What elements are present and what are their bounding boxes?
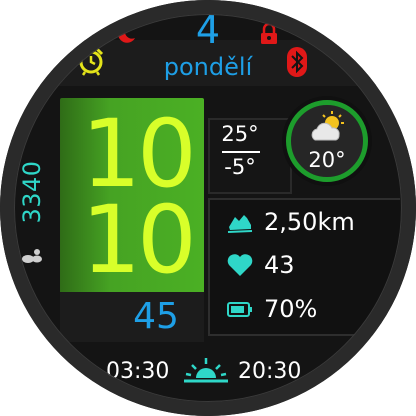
temp-max: 25°	[221, 122, 259, 146]
current-temperature: 20°	[308, 148, 346, 172]
partly-cloudy-icon	[308, 110, 348, 146]
battery-value: 70%	[264, 295, 318, 323]
battery-icon	[226, 296, 254, 322]
distance-value: 2,50km	[264, 208, 355, 236]
footsteps-icon	[18, 240, 46, 268]
heart-icon	[226, 252, 254, 278]
day-number: 4	[195, 8, 221, 52]
running-shoe-icon	[226, 209, 254, 235]
heart-rate-value: 43	[264, 251, 295, 279]
seconds-digits: 45	[133, 296, 179, 337]
sunset-time: 20:30	[238, 359, 302, 384]
day-name: pondělí	[163, 53, 253, 81]
battery-row[interactable]: 70%	[226, 292, 317, 326]
heart-rate-row[interactable]: 43	[226, 248, 295, 282]
steps-counter[interactable]: 3340	[16, 150, 48, 230]
temp-min: -5°	[224, 155, 256, 179]
sunrise-sunset-icon	[182, 356, 230, 386]
temp-divider	[222, 151, 260, 153]
distance-row[interactable]: 2,50km	[226, 205, 355, 239]
steps-count: 3340	[18, 160, 46, 224]
watch-face: 4 pondělí 3340 10 10 45 25° -5° 20° 2,50…	[0, 0, 416, 416]
minute-digits: 10	[81, 186, 197, 295]
sunrise-time: 03:30	[106, 359, 170, 384]
